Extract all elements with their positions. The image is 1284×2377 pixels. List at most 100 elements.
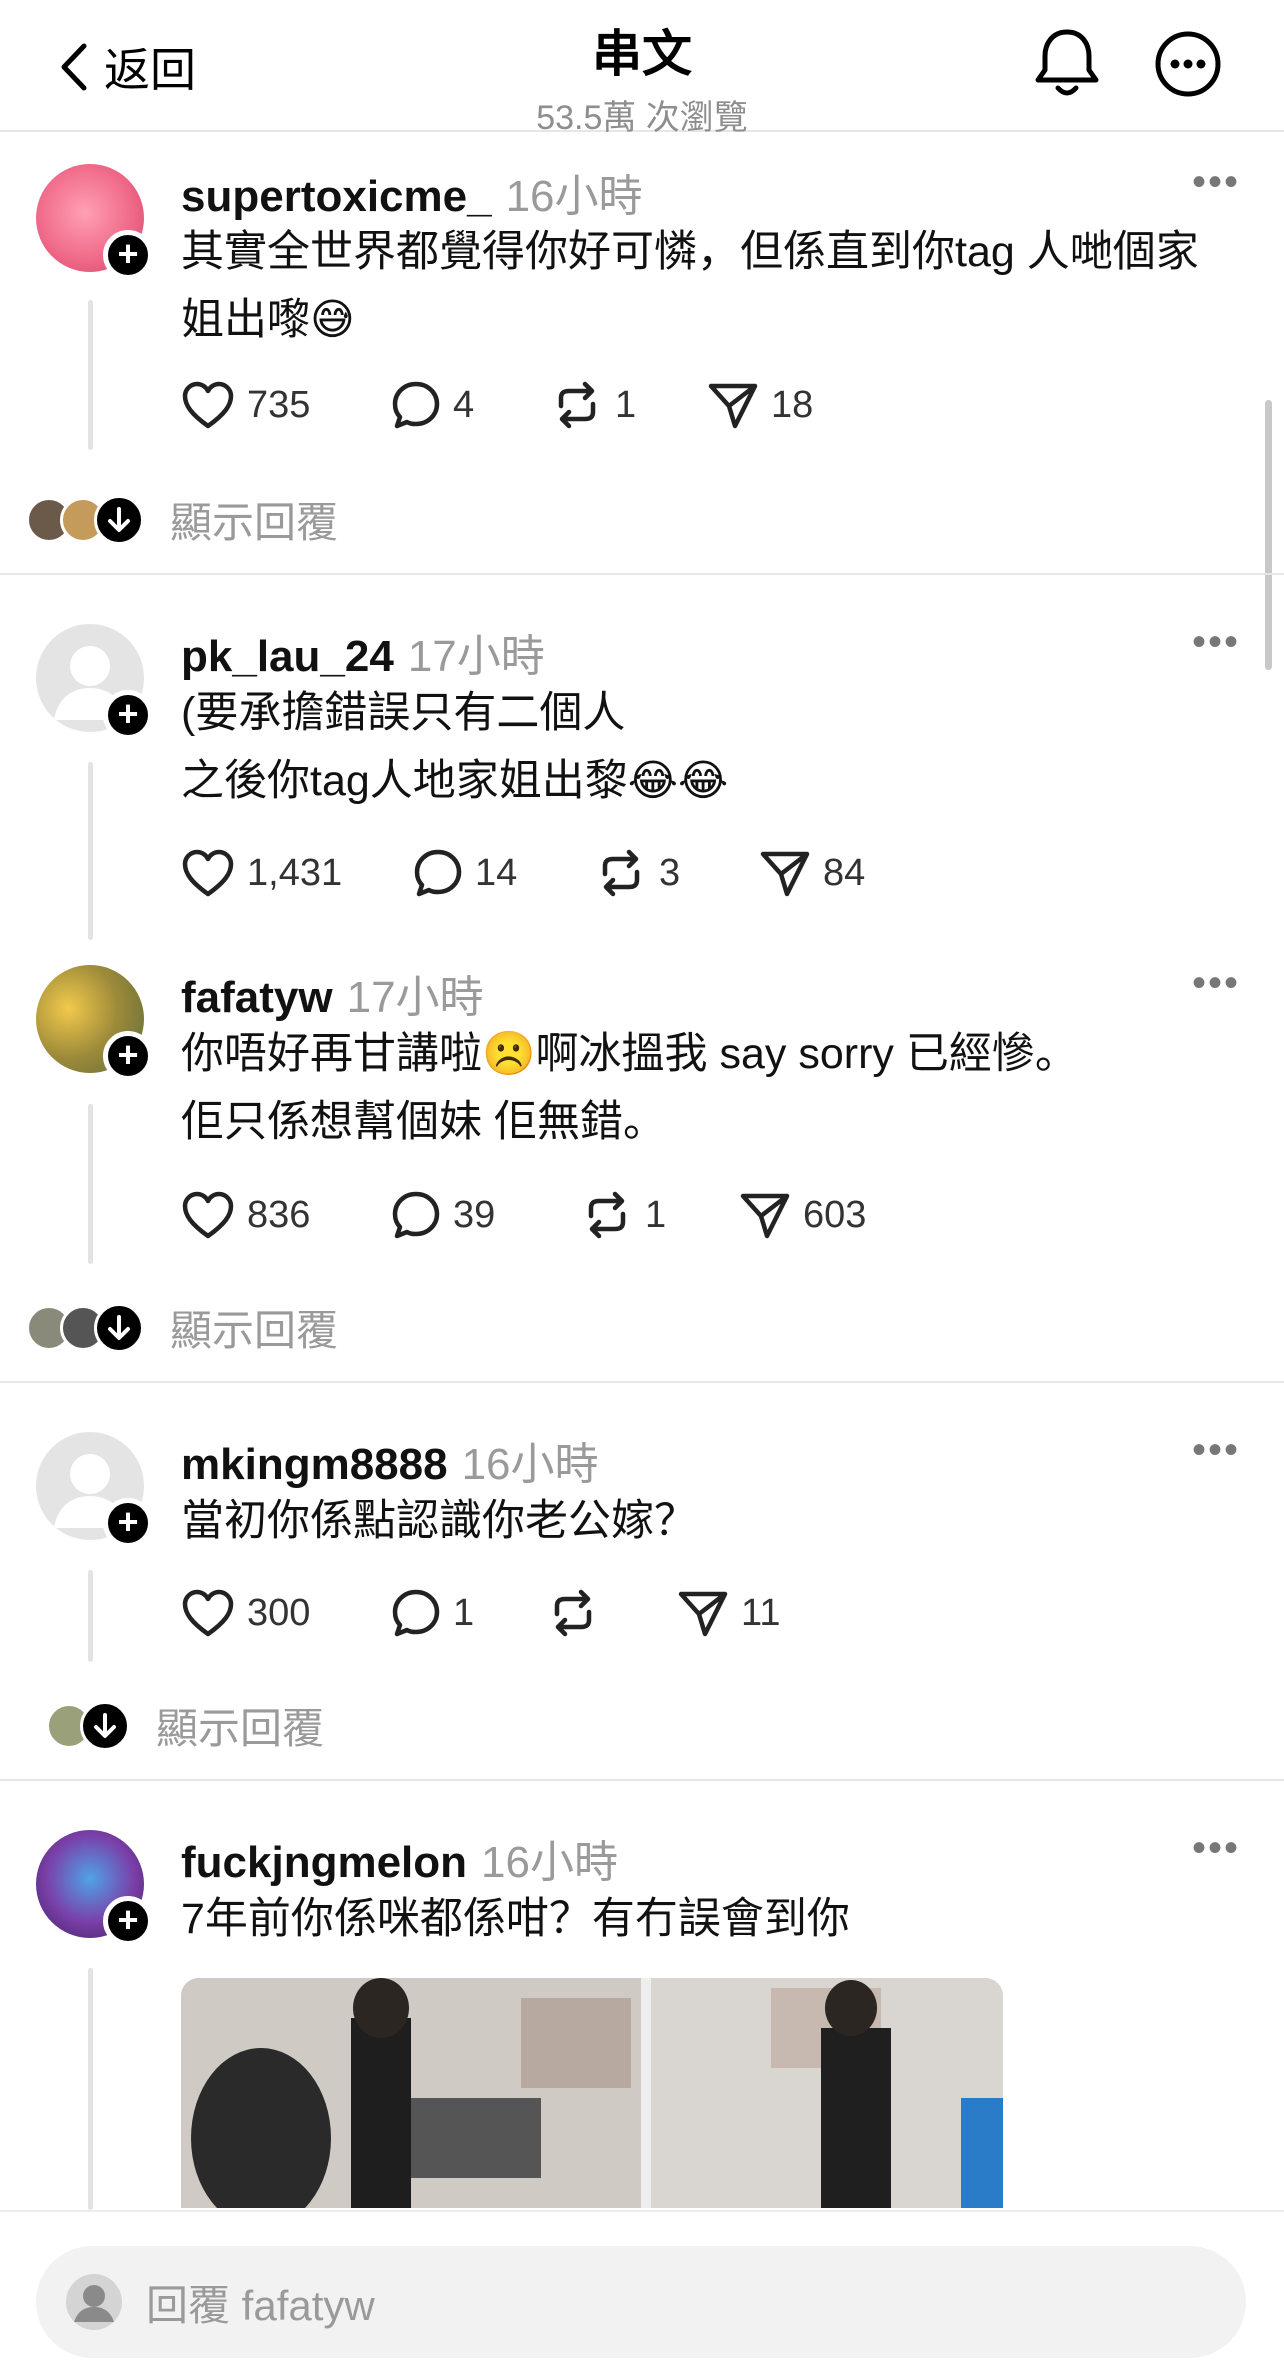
send-icon <box>740 1193 790 1239</box>
timestamp: 17小時 <box>346 973 484 1022</box>
top-bar: 返回 串文 53.5萬 次瀏覽 <box>0 0 1284 137</box>
timestamp: 16小時 <box>481 1838 618 1887</box>
share-count: 84 <box>823 851 866 894</box>
send-icon <box>708 383 758 429</box>
like-button[interactable]: 836 <box>181 1190 391 1240</box>
post-text: 你唔好再甘講啦☹️啊冰搵我 say sorry 已經慘。 佢只係想幫個妹 佢無錯… <box>181 1030 1078 1146</box>
show-replies-label: 顯示回覆 <box>156 1705 325 1752</box>
thread-line <box>88 300 93 450</box>
follow-plus-icon[interactable]: + <box>103 230 153 280</box>
comment-count: 1 <box>453 1591 475 1634</box>
username[interactable]: mkingm8888 16小時 <box>181 1428 599 1492</box>
post-text: 其實全世界都覺得你好可憐，但係直到你tag 人哋個家姐出嚟😅 <box>181 228 1199 344</box>
divider <box>0 1381 1284 1383</box>
repost-count: 1 <box>645 1193 667 1236</box>
heart-icon <box>182 1191 234 1239</box>
repost-button[interactable]: 3 <box>595 848 759 898</box>
reply-placeholder: 回覆 fafatyw <box>146 2281 375 2329</box>
post-text: 當初你係點認識你老公嫁？ <box>181 1497 697 1545</box>
timestamp: 16小時 <box>505 172 643 221</box>
timestamp: 16小時 <box>461 1440 599 1489</box>
comment-icon <box>392 1191 440 1239</box>
share-count: 603 <box>803 1193 867 1236</box>
post-actions: 300 1 11 <box>181 1588 780 1638</box>
send-icon <box>760 851 810 897</box>
comment-button[interactable]: 39 <box>391 1190 581 1240</box>
repost-count: 3 <box>659 851 681 894</box>
heart-icon <box>182 1589 234 1637</box>
share-button[interactable]: 84 <box>759 848 865 898</box>
username[interactable]: supertoxicme_ 16小時 <box>181 160 643 224</box>
bell-icon[interactable] <box>1032 26 1102 102</box>
send-icon <box>678 1591 728 1637</box>
show-replies[interactable]: 顯示回覆 <box>46 1695 324 1756</box>
thread-line <box>88 1968 93 2210</box>
repost-button[interactable]: 1 <box>581 1190 739 1240</box>
username[interactable]: pk_lau_24 17小時 <box>181 620 545 684</box>
post-text: (要承擔錯誤只有二個人 之後你tag人地家姐出黎😂😂 <box>181 689 729 805</box>
user-avatar-icon <box>66 2274 122 2330</box>
follow-plus-icon[interactable]: + <box>103 1498 153 1548</box>
reply-input[interactable]: 回覆 fafatyw <box>36 2246 1246 2358</box>
share-button[interactable]: 603 <box>739 1190 866 1240</box>
repost-icon <box>558 381 596 429</box>
comment-button[interactable]: 4 <box>391 380 551 430</box>
thread-line <box>88 1104 93 1264</box>
post-actions: 836 39 1 603 <box>181 1190 866 1240</box>
comment-count: 4 <box>453 383 475 426</box>
arrow-down-icon <box>80 1700 130 1751</box>
comment-button[interactable]: 14 <box>413 848 595 898</box>
follow-plus-icon[interactable]: + <box>103 1031 153 1081</box>
comment-count: 14 <box>475 851 518 894</box>
arrow-down-icon <box>94 494 144 545</box>
show-replies[interactable]: 顯示回覆 <box>26 489 338 550</box>
repost-button[interactable]: 1 <box>551 380 707 430</box>
timestamp: 17小時 <box>407 632 545 681</box>
arrow-down-icon <box>94 1302 144 1353</box>
comment-icon <box>392 1589 440 1637</box>
like-count: 1,431 <box>247 851 343 894</box>
thread-line <box>88 762 93 940</box>
like-count: 735 <box>247 383 311 426</box>
thread-line <box>88 1570 93 1662</box>
repost-count: 1 <box>615 383 637 426</box>
username[interactable]: fuckjngmelon 16小時 <box>181 1826 618 1890</box>
post-menu-icon[interactable]: ••• <box>1192 160 1240 205</box>
comment-button[interactable]: 1 <box>391 1588 547 1638</box>
comment-icon <box>414 849 462 897</box>
repost-icon <box>588 1191 626 1239</box>
follow-plus-icon[interactable]: + <box>103 1896 153 1946</box>
follow-plus-icon[interactable]: + <box>103 690 153 740</box>
divider <box>0 573 1284 575</box>
like-button[interactable]: 1,431 <box>181 848 413 898</box>
repost-icon <box>554 1589 592 1637</box>
show-replies-label: 顯示回覆 <box>170 499 339 546</box>
share-button[interactable]: 11 <box>677 1588 780 1638</box>
username[interactable]: fafatyw 17小時 <box>181 961 484 1025</box>
like-button[interactable]: 735 <box>181 380 391 430</box>
show-replies[interactable]: 顯示回覆 <box>26 1297 338 1358</box>
scrollbar[interactable] <box>1265 400 1272 670</box>
post-actions: 735 4 1 18 <box>181 380 813 430</box>
post-actions: 1,431 14 3 84 <box>181 848 865 898</box>
show-replies-label: 顯示回覆 <box>170 1307 339 1354</box>
heart-icon <box>182 381 234 429</box>
like-count: 300 <box>247 1591 311 1634</box>
like-button[interactable]: 300 <box>181 1588 391 1638</box>
comment-count: 39 <box>453 1193 496 1236</box>
more-options-icon[interactable] <box>1154 30 1222 98</box>
heart-icon <box>182 849 234 897</box>
share-count: 18 <box>771 383 814 426</box>
post-menu-icon[interactable]: ••• <box>1192 961 1240 1006</box>
post-text: 7年前你係咪都係咁？有冇誤會到你 <box>181 1895 850 1943</box>
divider <box>0 1779 1284 1781</box>
comment-icon <box>392 381 440 429</box>
share-button[interactable]: 18 <box>707 380 813 430</box>
post-menu-icon[interactable]: ••• <box>1192 1428 1240 1473</box>
video-thumbnail[interactable] <box>181 1978 1003 2208</box>
post-menu-icon[interactable]: ••• <box>1192 1826 1240 1871</box>
like-count: 836 <box>247 1193 311 1236</box>
share-count: 11 <box>741 1591 781 1634</box>
post-menu-icon[interactable]: ••• <box>1192 620 1240 665</box>
repost-button[interactable] <box>547 1588 677 1638</box>
